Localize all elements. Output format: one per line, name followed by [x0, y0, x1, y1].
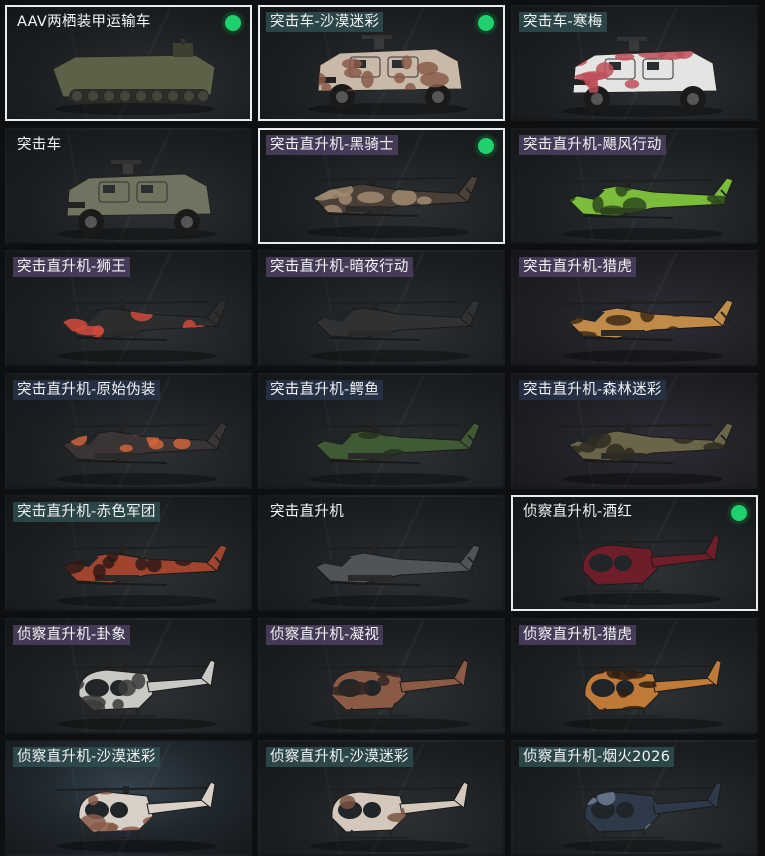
- vehicle-card[interactable]: 侦察直升机-卦象: [5, 617, 252, 734]
- vehicle-card[interactable]: 侦察直升机-凝视: [258, 617, 505, 734]
- vehicle-name-label: 突击车-寒梅: [519, 12, 607, 32]
- vehicle-card[interactable]: 侦察直升机-沙漠迷彩: [5, 740, 252, 856]
- vehicle-card[interactable]: AAV两栖装甲运输车: [5, 5, 252, 121]
- vehicle-card[interactable]: 突击直升机-森林迷彩: [511, 372, 758, 489]
- vehicle-name-label: 突击直升机-鳄鱼: [266, 379, 384, 400]
- vehicle-card[interactable]: 突击直升机-赤色军团: [5, 495, 252, 611]
- vehicle-name-label: 侦察直升机-猎虎: [519, 624, 637, 645]
- vehicle-card[interactable]: 突击直升机-飓风行动: [511, 127, 758, 244]
- vehicle-name-label: 突击直升机-森林迷彩: [519, 379, 666, 400]
- vehicle-name-label: 突击直升机-猎虎: [519, 257, 637, 277]
- vehicle-name-label: 突击直升机-狮王: [13, 257, 131, 277]
- vehicle-name-label: 突击直升机-赤色军团: [13, 502, 160, 522]
- vehicle-card[interactable]: 突击车-寒梅: [511, 5, 758, 121]
- vehicle-name-label: 突击直升机-飓风行动: [519, 134, 666, 155]
- vehicle-card[interactable]: 突击车-沙漠迷彩: [258, 5, 505, 121]
- vehicle-card[interactable]: 侦察直升机-烟火2026: [511, 740, 758, 856]
- vehicle-card[interactable]: 突击直升机-原始伪装: [5, 372, 252, 489]
- vehicle-name-label: 突击直升机-暗夜行动: [266, 257, 413, 277]
- vehicle-card[interactable]: 侦察直升机-酒红: [511, 495, 758, 611]
- vehicle-skin-grid: AAV两栖装甲运输车 突击车-沙漠迷彩 突击车-寒梅 突击车 突击直升机-黑骑士…: [5, 5, 761, 856]
- vehicle-card[interactable]: 突击直升机-黑骑士: [258, 127, 505, 244]
- vehicle-name-label: 突击车-沙漠迷彩: [266, 12, 384, 32]
- vehicle-card[interactable]: 侦察直升机-沙漠迷彩: [258, 740, 505, 856]
- equipped-indicator-icon: [478, 137, 494, 154]
- vehicle-card[interactable]: 突击直升机-暗夜行动: [258, 250, 505, 366]
- vehicle-name-label: 突击直升机-黑骑士: [266, 134, 398, 155]
- vehicle-name-label: 侦察直升机-沙漠迷彩: [13, 747, 160, 767]
- vehicle-name-label: AAV两栖装甲运输车: [17, 14, 151, 30]
- vehicle-name-label: 突击直升机: [270, 504, 344, 520]
- vehicle-name-label: 侦察直升机-酒红: [523, 504, 633, 520]
- vehicle-name-label: 侦察直升机-卦象: [13, 624, 131, 645]
- vehicle-name-label: 突击车: [17, 136, 62, 153]
- vehicle-card[interactable]: 突击直升机-鳄鱼: [258, 372, 505, 489]
- vehicle-card[interactable]: 突击直升机-狮王: [5, 250, 252, 366]
- vehicle-name-label: 侦察直升机-烟火2026: [519, 747, 675, 767]
- vehicle-card[interactable]: 突击直升机-猎虎: [511, 250, 758, 366]
- equipped-indicator-icon: [478, 15, 494, 31]
- vehicle-name-label: 侦察直升机-凝视: [266, 624, 384, 645]
- vehicle-card[interactable]: 突击直升机: [258, 495, 505, 611]
- vehicle-name-label: 侦察直升机-沙漠迷彩: [266, 747, 413, 767]
- vehicle-card[interactable]: 突击车: [5, 127, 252, 244]
- equipped-indicator-icon: [225, 15, 241, 31]
- vehicle-name-label: 突击直升机-原始伪装: [13, 379, 160, 400]
- equipped-indicator-icon: [731, 505, 747, 521]
- vehicle-card[interactable]: 侦察直升机-猎虎: [511, 617, 758, 734]
